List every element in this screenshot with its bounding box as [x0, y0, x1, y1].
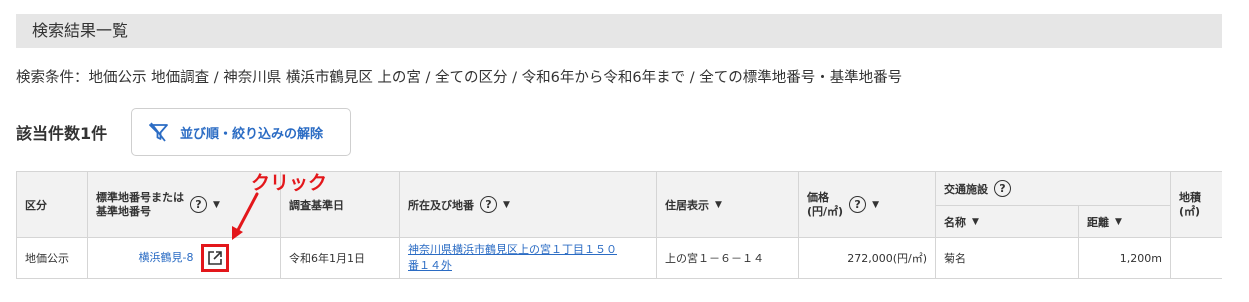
- header-distance[interactable]: 距離 ▼: [1078, 205, 1171, 238]
- header-transport: 交通施設 ?: [935, 171, 1171, 206]
- cell-price: 272,000(円/㎡): [798, 237, 936, 279]
- cell-distance: 1,200m: [1078, 237, 1171, 279]
- standard-number-link[interactable]: 横浜鶴見-8: [139, 251, 194, 264]
- help-icon[interactable]: ?: [190, 196, 207, 213]
- results-table: 区分 標準地番号または 基準地番号 ? ▼ 調査基準日 所在及び地番 ? ▼ 住居…: [16, 171, 1241, 279]
- cell-category: 地価公示: [16, 237, 88, 279]
- help-icon[interactable]: ?: [994, 180, 1011, 197]
- sort-desc-icon[interactable]: ▼: [213, 200, 220, 210]
- help-icon[interactable]: ?: [480, 196, 497, 213]
- reset-sort-filter-button[interactable]: 並び順・絞り込みの解除: [131, 108, 351, 156]
- header-price[interactable]: 価格 (円/㎡) ? ▼: [798, 171, 936, 238]
- sort-desc-icon[interactable]: ▼: [503, 200, 510, 210]
- help-icon[interactable]: ?: [849, 196, 867, 213]
- sort-desc-icon[interactable]: ▼: [972, 217, 979, 227]
- result-count: 該当件数1件: [16, 124, 108, 143]
- cell-survey-date: 令和6年1月1日: [280, 237, 400, 279]
- annotation-arrow-icon: [232, 192, 259, 240]
- search-conditions: 検索条件：地価公示 地価調査 / 神奈川県 横浜市鶴見区 上の宮 / 全ての区分…: [16, 70, 903, 86]
- section-header: 検索結果一覧: [16, 14, 1222, 48]
- external-link-icon: [208, 251, 223, 265]
- header-category: 区分: [16, 171, 88, 238]
- sort-desc-icon[interactable]: ▼: [715, 200, 722, 210]
- header-station-name[interactable]: 名称 ▼: [935, 205, 1079, 238]
- header-residence[interactable]: 住居表示 ▼: [656, 171, 799, 238]
- sort-desc-icon[interactable]: ▼: [872, 200, 879, 210]
- table-row: 地価公示 横浜鶴見-8 令和6年1月1日 神奈川県横浜市鶴見区上の宮１丁目１５０…: [16, 237, 1241, 279]
- sort-desc-icon[interactable]: ▼: [1115, 217, 1122, 227]
- cell-residence: 上の宮１－６－１４: [656, 237, 799, 279]
- address-link[interactable]: 神奈川県横浜市鶴見区上の宮１丁目１５０ 番１４外: [408, 243, 617, 272]
- cell-address: 神奈川県横浜市鶴見区上の宮１丁目１５０ 番１４外: [399, 237, 657, 279]
- reset-button-label: 並び順・絞り込みの解除: [180, 126, 324, 142]
- section-title: 検索結果一覧: [32, 21, 129, 40]
- viewport-edge: [1222, 171, 1249, 281]
- cell-station: 菊名: [935, 237, 1079, 279]
- header-address[interactable]: 所在及び地番 ? ▼: [399, 171, 657, 238]
- filter-clear-icon: [149, 122, 168, 142]
